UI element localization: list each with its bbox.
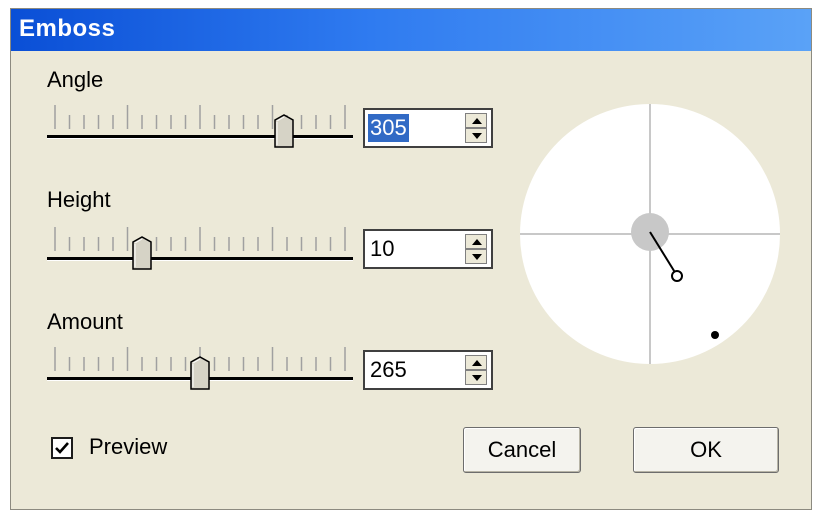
cancel-button[interactable]: Cancel	[463, 427, 581, 473]
slider-ticks	[54, 105, 346, 129]
slider-thumb-icon[interactable]	[274, 114, 294, 148]
angle-handle-icon[interactable]	[671, 270, 683, 282]
amount-value[interactable]: 265	[368, 356, 409, 384]
window-title: Emboss	[19, 15, 116, 42]
amount-spin-down-button[interactable]	[465, 370, 487, 385]
amount-spinbox[interactable]: 265	[363, 350, 493, 390]
amount-slider[interactable]	[47, 345, 353, 407]
spin-up-arrow-icon	[472, 239, 482, 245]
slider-track	[47, 135, 353, 139]
height-slider[interactable]	[47, 225, 353, 287]
light-source-dot	[711, 331, 719, 339]
spin-up-arrow-icon	[472, 118, 482, 124]
preview-checkbox[interactable]	[51, 437, 73, 459]
amount-spin-up-button[interactable]	[465, 355, 487, 370]
spin-down-arrow-icon	[472, 375, 482, 381]
emboss-dialog: Emboss Angle 305 Height 10 Amount 265 Pr…	[10, 8, 812, 510]
angle-spin-down-button[interactable]	[465, 128, 487, 143]
angle-slider[interactable]	[47, 103, 353, 165]
angle-value[interactable]: 305	[368, 114, 409, 142]
height-value[interactable]: 10	[368, 235, 396, 263]
angle-spinbox[interactable]: 305	[363, 108, 493, 148]
height-label: Height	[47, 187, 111, 212]
spin-up-arrow-icon	[472, 360, 482, 366]
slider-track	[47, 257, 353, 261]
height-spin-down-button[interactable]	[465, 249, 487, 264]
preview-label: Preview	[89, 434, 168, 459]
spin-down-arrow-icon	[472, 254, 482, 260]
checkmark-icon	[55, 442, 69, 454]
spin-down-arrow-icon	[472, 133, 482, 139]
ok-button[interactable]: OK	[633, 427, 779, 473]
height-spin-up-button[interactable]	[465, 234, 487, 249]
angle-direction-preview[interactable]	[519, 103, 781, 365]
slider-ticks	[54, 227, 346, 251]
angle-label: Angle	[47, 67, 104, 92]
angle-spin-up-button[interactable]	[465, 113, 487, 128]
amount-label: Amount	[47, 309, 123, 334]
slider-thumb-icon[interactable]	[132, 236, 152, 270]
slider-thumb-icon[interactable]	[190, 356, 210, 390]
title-bar[interactable]: Emboss	[11, 9, 811, 51]
height-spinbox[interactable]: 10	[363, 229, 493, 269]
